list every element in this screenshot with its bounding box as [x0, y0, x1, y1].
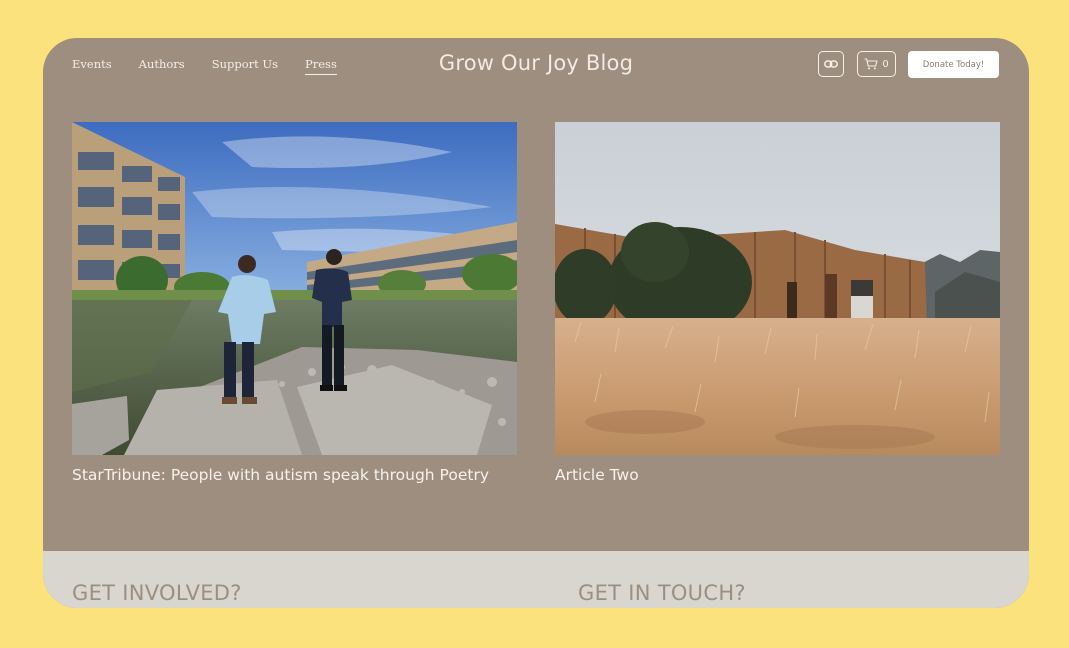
link-button[interactable]: [818, 51, 844, 77]
article-card: Article Two: [555, 122, 1000, 487]
get-in-touch-heading: GET IN TOUCH?: [578, 581, 746, 605]
article-card: StarTribune: People with autism speak th…: [72, 122, 517, 487]
article-image-people-by-water[interactable]: [72, 122, 517, 455]
site-footer: GET INVOLVED? GET IN TOUCH?: [43, 551, 1029, 608]
article-title[interactable]: StarTribune: People with autism speak th…: [72, 464, 492, 487]
article-title[interactable]: Article Two: [555, 464, 975, 487]
donate-button[interactable]: Donate Today!: [908, 51, 999, 78]
site-window: Events Authors Support Us Press Grow Our…: [43, 38, 1029, 608]
link-icon: [824, 60, 838, 68]
cart-icon: [864, 58, 878, 70]
cart-count: 0: [882, 58, 889, 70]
article-image-wooden-house-field[interactable]: [555, 122, 1000, 455]
cart-button[interactable]: 0: [857, 51, 896, 77]
get-involved-heading: GET INVOLVED?: [72, 581, 242, 605]
site-header: Events Authors Support Us Press Grow Our…: [43, 38, 1029, 94]
